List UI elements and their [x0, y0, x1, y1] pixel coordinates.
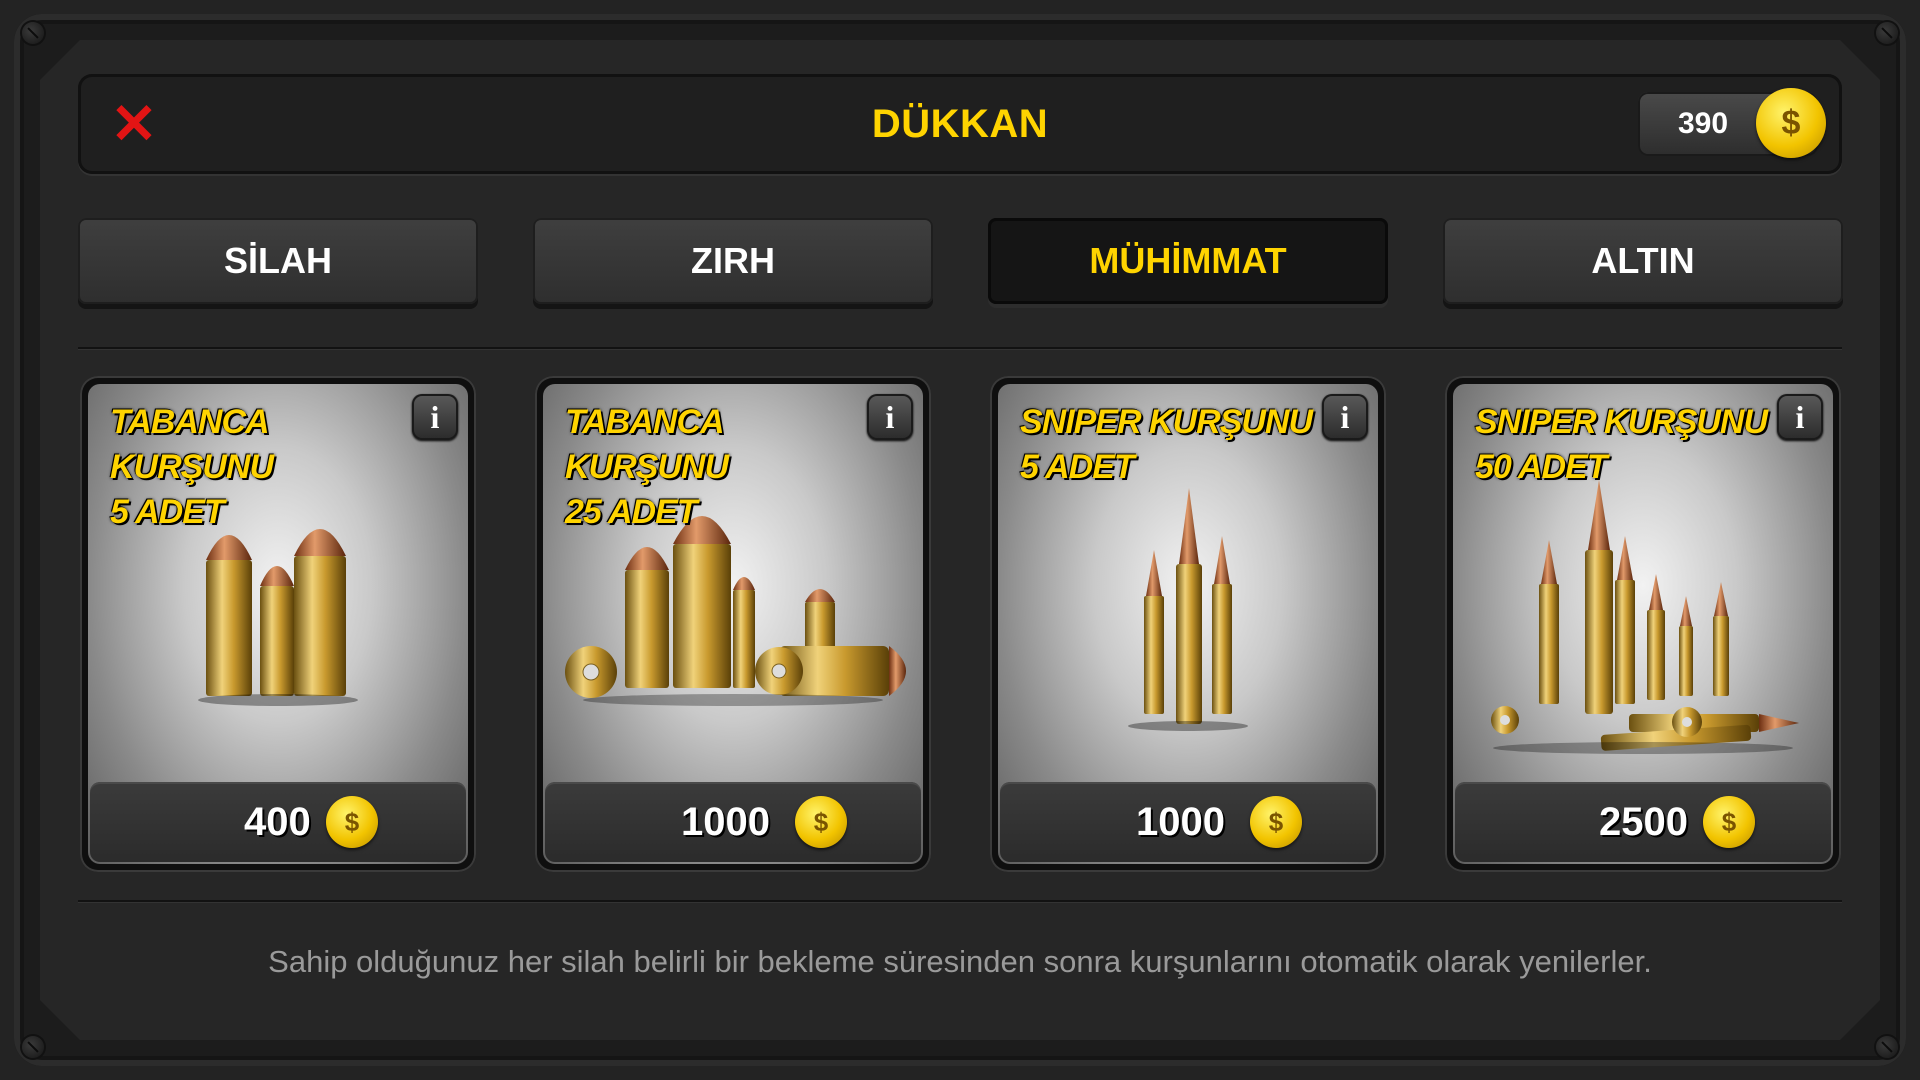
- item-name-line: TABANCA KURŞUNU: [110, 403, 274, 486]
- page-title: DÜKKAN: [871, 102, 1049, 146]
- coin-balance-amount: 390: [1677, 107, 1729, 140]
- screw-icon: [22, 1036, 44, 1058]
- coin-icon: $: [795, 796, 847, 848]
- item-name: SNIPER KURŞUNU 5 ADET: [1020, 400, 1320, 490]
- item-name-line: SNIPER KURŞUNU: [1475, 403, 1768, 441]
- item-name: TABANCA KURŞUNU 5 ADET: [110, 400, 410, 535]
- item-quantity: 5 ADET: [1020, 448, 1135, 486]
- tab-altin[interactable]: ALTIN: [1443, 218, 1843, 304]
- coin-icon: $: [1756, 88, 1826, 158]
- coin-balance: 390 $: [1638, 88, 1826, 158]
- shop-item-background: TABANCA KURŞUNU 5 ADET i 400 $: [88, 384, 468, 864]
- shop-item-card[interactable]: TABANCA KURŞUNU 25 ADET i 1000 $: [535, 376, 931, 872]
- tab-zirh[interactable]: ZIRH: [533, 218, 933, 304]
- item-name: TABANCA KURŞUNU 25 ADET: [565, 400, 865, 535]
- price-bar[interactable]: 2500 $: [1455, 782, 1831, 862]
- shop-item-card[interactable]: SNIPER KURŞUNU 50 ADET i 2500 $: [1445, 376, 1841, 872]
- shop-item-background: SNIPER KURŞUNU 50 ADET i 2500 $: [1453, 384, 1833, 864]
- screw-icon: [1876, 1036, 1898, 1058]
- info-icon[interactable]: i: [1777, 394, 1823, 440]
- item-price: 1000: [681, 800, 770, 844]
- info-icon[interactable]: i: [867, 394, 913, 440]
- price-bar[interactable]: 1000 $: [545, 782, 921, 862]
- item-price: 400: [244, 800, 311, 844]
- tab-silah[interactable]: SİLAH: [78, 218, 478, 304]
- coin-icon: $: [1250, 796, 1302, 848]
- divider: [78, 900, 1842, 902]
- shop-item-card[interactable]: SNIPER KURŞUNU 5 ADET i 1000 $: [990, 376, 1386, 872]
- tab-muhimmat[interactable]: MÜHİMMAT: [988, 218, 1388, 304]
- item-quantity: 25 ADET: [565, 493, 698, 531]
- close-icon[interactable]: ✕: [106, 96, 162, 152]
- item-quantity: 5 ADET: [110, 493, 225, 531]
- item-price: 2500: [1599, 800, 1688, 844]
- coin-icon: $: [1703, 796, 1755, 848]
- footer-note: Sahip olduğunuz her silah belirli bir be…: [268, 944, 1652, 979]
- shop-item-card[interactable]: TABANCA KURŞUNU 5 ADET i 400 $: [80, 376, 476, 872]
- info-icon[interactable]: i: [1322, 394, 1368, 440]
- item-name-line: TABANCA KURŞUNU: [565, 403, 729, 486]
- info-icon[interactable]: i: [412, 394, 458, 440]
- price-bar[interactable]: 400 $: [90, 782, 466, 862]
- divider: [78, 347, 1842, 349]
- price-bar[interactable]: 1000 $: [1000, 782, 1376, 862]
- shop-item-background: TABANCA KURŞUNU 25 ADET i 1000 $: [543, 384, 923, 864]
- item-price: 1000: [1136, 800, 1225, 844]
- shop-header: ✕ DÜKKAN 390 $: [78, 74, 1842, 174]
- screw-icon: [1876, 22, 1898, 44]
- shop-item-background: SNIPER KURŞUNU 5 ADET i 1000 $: [998, 384, 1378, 864]
- coin-icon: $: [326, 796, 378, 848]
- screw-icon: [22, 22, 44, 44]
- item-name-line: SNIPER KURŞUNU: [1020, 403, 1313, 441]
- item-name: SNIPER KURŞUNU 50 ADET: [1475, 400, 1775, 490]
- item-quantity: 50 ADET: [1475, 448, 1608, 486]
